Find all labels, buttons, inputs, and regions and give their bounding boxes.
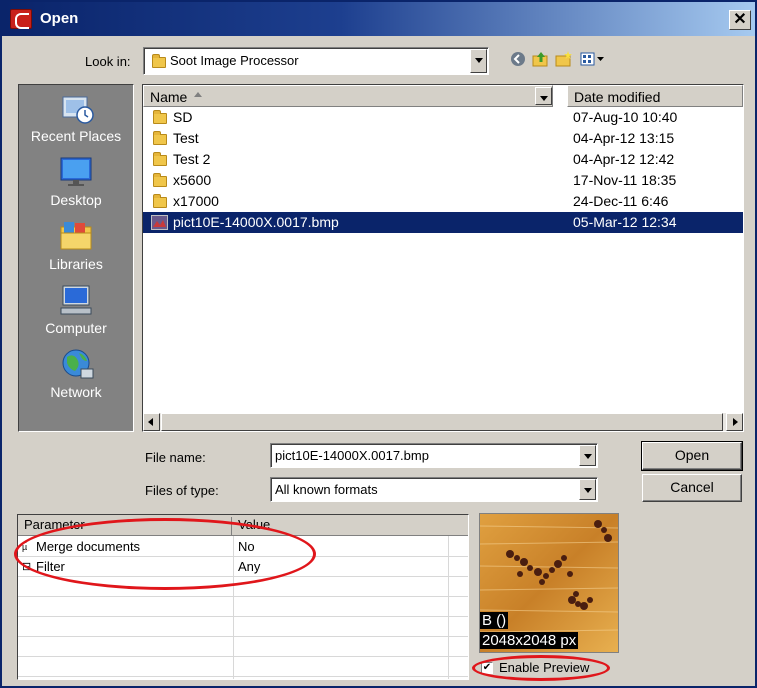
desktop-icon (57, 155, 95, 189)
place-label: Libraries (49, 256, 103, 272)
folder-icon (153, 194, 167, 208)
place-label: Recent Places (30, 128, 122, 144)
file-date: 04-Apr-12 12:42 (573, 151, 675, 167)
file-date: 17-Nov-11 18:35 (573, 172, 677, 188)
parameter-column-header: Parameter (24, 517, 232, 535)
dialog-title: Open (40, 10, 79, 27)
up-folder-icon[interactable] (532, 50, 550, 68)
file-type-dropdown[interactable]: All known formats (270, 477, 598, 502)
recent-places-icon (57, 91, 95, 125)
preview-caption-line1: B () (480, 612, 509, 629)
computer-icon (57, 283, 95, 317)
horizontal-scrollbar[interactable] (143, 413, 743, 431)
place-label: Network (50, 384, 102, 400)
folder-icon (153, 110, 167, 124)
param-row-empty (18, 577, 468, 597)
parameters-grid[interactable]: Parameter Value µ́ Merge documents No ⊟ … (17, 514, 469, 680)
open-button[interactable]: Open (641, 441, 743, 471)
file-date: 04-Apr-12 13:15 (573, 130, 675, 146)
cancel-button[interactable]: Cancel (642, 474, 742, 502)
file-type-label: Files of type: (145, 483, 219, 498)
file-row[interactable]: SD 07-Aug-10 10:40 (143, 107, 743, 128)
file-date: 07-Aug-10 10:40 (573, 109, 678, 125)
param-row-filter[interactable]: ⊟ Filter Any (18, 557, 468, 577)
chevron-down-icon[interactable] (579, 445, 596, 466)
place-libraries[interactable]: Libraries (19, 219, 133, 272)
place-network[interactable]: Network (19, 347, 133, 400)
file-name: SD (173, 109, 193, 125)
chevron-down-icon[interactable] (535, 87, 552, 105)
file-name-value: pict10E-14000X.0017.bmp (275, 448, 429, 463)
scrollbar-thumb[interactable] (161, 413, 723, 431)
preview-dimensions: 2048x2048 px (480, 632, 579, 649)
close-button[interactable]: ✕ (729, 10, 751, 30)
look-in-value: Soot Image Processor (170, 53, 299, 68)
place-computer[interactable]: Computer (19, 283, 133, 336)
file-name: x5600 (173, 172, 212, 188)
folder-icon (152, 54, 166, 68)
file-name: pict10E-14000X.0017.bmp (173, 214, 339, 230)
column-header-label: Name (150, 89, 188, 105)
param-row-merge-documents[interactable]: µ́ Merge documents No (18, 537, 468, 557)
file-row[interactable]: x5600 17-Nov-11 18:35 (143, 170, 743, 191)
file-name: Test (173, 130, 199, 146)
file-row[interactable]: Test 2 04-Apr-12 12:42 (143, 149, 743, 170)
param-row-empty (18, 597, 468, 617)
view-menu-icon[interactable] (580, 50, 606, 68)
file-list[interactable]: Name Date modified SD 07-Aug-10 10:40 Te… (142, 84, 744, 432)
sort-ascending-icon (194, 92, 202, 97)
column-header-date[interactable]: Date modified (567, 85, 743, 107)
value-column-header: Value (238, 517, 271, 532)
places-bar: Recent Places Desktop Libraries Computer… (18, 84, 134, 432)
new-folder-icon[interactable] (555, 50, 573, 68)
app-icon (10, 9, 32, 29)
file-type-value: All known formats (275, 482, 378, 497)
enable-preview-label[interactable]: Enable Preview (499, 660, 589, 675)
folder-icon (153, 131, 167, 145)
scroll-right-icon[interactable] (726, 413, 743, 431)
param-row-empty (18, 637, 468, 657)
param-row-empty (18, 617, 468, 637)
scroll-left-icon[interactable] (143, 413, 160, 431)
folder-icon (153, 173, 167, 187)
filter-icon: ⊟ (22, 561, 32, 573)
param-value[interactable]: Any (238, 559, 260, 574)
file-row[interactable]: x17000 24-Dec-11 6:46 (143, 191, 743, 212)
bitmap-file-icon (151, 215, 168, 230)
place-label: Desktop (50, 192, 102, 208)
libraries-icon (57, 219, 95, 253)
parameters-header: Parameter Value (18, 515, 468, 536)
folder-icon (153, 152, 167, 166)
file-name-field[interactable]: pict10E-14000X.0017.bmp (270, 443, 598, 468)
param-row-empty (18, 657, 468, 677)
file-date: 24-Dec-11 6:46 (573, 193, 669, 209)
network-icon (57, 347, 95, 381)
param-value[interactable]: No (238, 539, 255, 554)
chevron-down-icon[interactable] (470, 49, 487, 73)
look-in-label: Look in: (85, 54, 131, 69)
column-header-name[interactable]: Name (143, 85, 553, 107)
place-label: Computer (45, 320, 107, 336)
file-name: x17000 (173, 193, 219, 209)
place-recent-places[interactable]: Recent Places (19, 91, 133, 144)
back-icon[interactable] (509, 50, 527, 68)
image-preview: B () 2048x2048 px (479, 513, 619, 653)
param-name: Filter (36, 559, 65, 574)
file-date: 05-Mar-12 12:34 (573, 214, 677, 230)
file-name-label: File name: (145, 450, 206, 465)
open-dialog: Open ✕ Look in: Soot Image Processor Rec… (0, 0, 757, 688)
enable-preview-checkbox[interactable]: ✔ (481, 662, 493, 674)
param-name: Merge documents (36, 539, 141, 554)
file-name: Test 2 (173, 151, 211, 167)
title-bar[interactable]: Open ✕ (2, 2, 755, 36)
chevron-down-icon[interactable] (579, 479, 596, 500)
column-header-label: Date modified (574, 89, 661, 105)
look-in-dropdown[interactable]: Soot Image Processor (143, 47, 489, 75)
file-row-selected[interactable]: pict10E-14000X.0017.bmp 05-Mar-12 12:34 (143, 212, 743, 233)
merge-icon: µ́ (22, 542, 28, 552)
place-desktop[interactable]: Desktop (19, 155, 133, 208)
file-row[interactable]: Test 04-Apr-12 13:15 (143, 128, 743, 149)
